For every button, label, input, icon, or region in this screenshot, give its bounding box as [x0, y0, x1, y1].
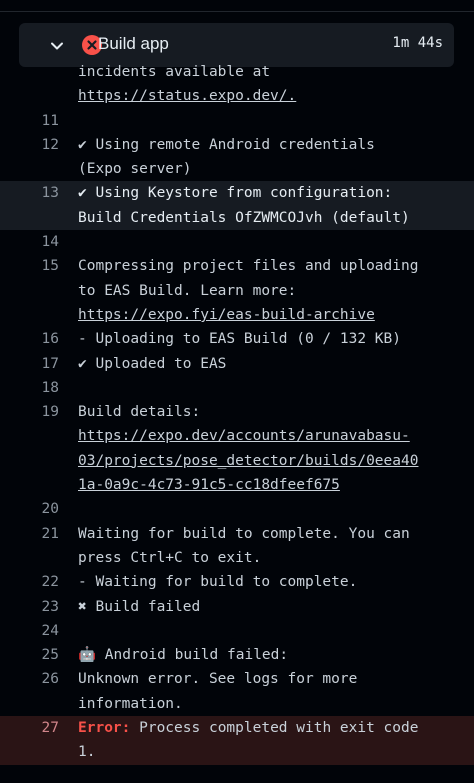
log-line-text: information. [78, 695, 183, 712]
log-line: 25 🤖 Android build failed: [0, 643, 474, 667]
error-label: Error: [78, 720, 131, 737]
log-line-text: Unknown error. See logs for more [78, 671, 358, 688]
log-line-text: Waiting for build to complete. You can [78, 525, 410, 542]
log-line-text[interactable]: 03/projects/pose_detector/builds/0eea40 [78, 449, 438, 473]
log-line: 13 ✔ Using Keystore from configuration: [0, 181, 474, 206]
log-line-text[interactable]: https://expo.fyi/eas-build-archive [78, 303, 438, 327]
log-line-text[interactable]: https://expo.dev/accounts/arunavabasu- [78, 424, 438, 448]
log-line-number: 25 [41, 647, 59, 664]
log-line: 15 Compressing project files and uploadin… [0, 254, 474, 278]
log-line: 14 [0, 230, 474, 254]
log-line-text: Compressing project files and uploading [78, 258, 419, 275]
log-line-text: 1. [78, 744, 96, 761]
step-duration: 1m 44s [392, 35, 443, 51]
log-line-text: Build details: [78, 404, 201, 421]
log-line: 18 [0, 376, 474, 400]
log-line-text [78, 376, 438, 400]
log-line-number: 14 [41, 234, 59, 251]
log-line-number [0, 692, 78, 716]
log-link[interactable]: https://expo.dev/accounts/arunavabasu- [78, 428, 410, 444]
log-line-text: ✔ Using remote Android credentials [78, 136, 375, 153]
log-line-number: 13 [41, 185, 59, 202]
log-line: press Ctrl+C to exit. [0, 546, 474, 570]
log-line-number: 27 [41, 720, 59, 737]
log-line-number [0, 424, 78, 448]
log-line-text: incidents available at [78, 64, 271, 80]
log-line: 03/projects/pose_detector/builds/0eea40 [0, 449, 474, 473]
log-line-number [0, 303, 78, 327]
log-line: 11 [0, 109, 474, 133]
log-line: 23 ✖ Build failed [0, 595, 474, 619]
log-line-number: 12 [41, 136, 59, 153]
log-line-text [78, 497, 438, 521]
log-line: 17 ✔ Uploaded to EAS [0, 352, 474, 376]
log-line-text [78, 619, 438, 643]
log-line-number: 18 [41, 379, 59, 396]
log-line: 1a-0a9c-4c73-91c5-cc18dfeef675 [0, 473, 474, 497]
log-line: incidents available at [0, 60, 474, 84]
log-line-text: Build Credentials OfZWMCOJvh (default) [78, 209, 410, 226]
log-line: 20 [0, 497, 474, 521]
log-line: 1. [0, 740, 474, 765]
log-link[interactable]: 03/projects/pose_detector/builds/0eea40 [78, 453, 418, 469]
log-line-text: to EAS Build. Learn more: [78, 282, 297, 299]
log-line-number: 17 [41, 355, 59, 372]
log-line: Build Credentials OfZWMCOJvh (default) [0, 205, 474, 231]
log-line: (Expo server) [0, 157, 474, 181]
log-line-text: ✔ Uploaded to EAS [78, 355, 227, 372]
log-line-number: 26 [41, 671, 59, 688]
log-line-text [78, 230, 438, 254]
log-line: 22 - Waiting for build to complete. [0, 570, 474, 594]
log-line-number: 15 [41, 258, 59, 275]
step-title: Build app [98, 34, 169, 53]
log-line: https://status.expo.dev/. [0, 84, 474, 108]
log-line-number [0, 740, 78, 764]
log-line-number [0, 546, 78, 570]
log-line-number: 24 [41, 622, 59, 639]
log-link[interactable]: 1a-0a9c-4c73-91c5-cc18dfeef675 [78, 477, 340, 493]
log-link[interactable]: https://status.expo.dev/. [78, 88, 296, 104]
log-line-number: 20 [41, 501, 59, 518]
log-line-number [0, 84, 78, 108]
log-line: information. [0, 692, 474, 716]
log-line: 24 [0, 619, 474, 643]
log-line-text: - Uploading to EAS Build (0 / 132 KB) [78, 331, 402, 348]
log-line-number [0, 206, 78, 230]
log-line: 27 Error: Process completed with exit cod… [0, 716, 474, 741]
log-line-text: Error: Process completed with exit code [78, 720, 419, 737]
log-line-text[interactable]: https://status.expo.dev/. [78, 84, 438, 108]
log-line: 16 - Uploading to EAS Build (0 / 132 KB) [0, 327, 474, 351]
log-line: https://expo.fyi/eas-build-archive [0, 303, 474, 327]
log-line: 21 Waiting for build to complete. You can [0, 522, 474, 546]
log-output: incidents available at https://status.exp… [0, 60, 474, 765]
chevron-down-icon[interactable] [49, 38, 65, 54]
log-line-number [0, 60, 78, 84]
log-line-text: 🤖 Android build failed: [78, 647, 289, 664]
log-line-text[interactable]: 1a-0a9c-4c73-91c5-cc18dfeef675 [78, 473, 438, 497]
log-line: https://expo.dev/accounts/arunavabasu- [0, 424, 474, 448]
log-line-number: 19 [41, 404, 59, 421]
log-line-number: 22 [41, 574, 59, 591]
log-line-text [78, 109, 438, 133]
log-line-number [0, 449, 78, 473]
log-line: 12 ✔ Using remote Android credentials [0, 133, 474, 157]
log-line-text: - Waiting for build to complete. [78, 574, 358, 591]
log-line-text: press Ctrl+C to exit. [78, 549, 262, 566]
log-link[interactable]: https://expo.fyi/eas-build-archive [78, 307, 375, 323]
log-line-number [0, 279, 78, 303]
top-divider [0, 11, 474, 12]
log-line-text: ✔ Using Keystore from configuration: [78, 185, 393, 202]
log-line-number: 21 [41, 525, 59, 542]
log-line: 19 Build details: [0, 400, 474, 424]
log-line-number [0, 157, 78, 181]
log-line-text: ✖ Build failed [78, 598, 201, 615]
log-line-text: (Expo server) [78, 161, 192, 178]
log-line: to EAS Build. Learn more: [0, 279, 474, 303]
log-line-number [0, 473, 78, 497]
log-line-number: 16 [41, 331, 59, 348]
log-line: 26 Unknown error. See logs for more [0, 667, 474, 691]
log-line-number: 23 [41, 598, 59, 615]
log-line-number: 11 [41, 112, 59, 129]
